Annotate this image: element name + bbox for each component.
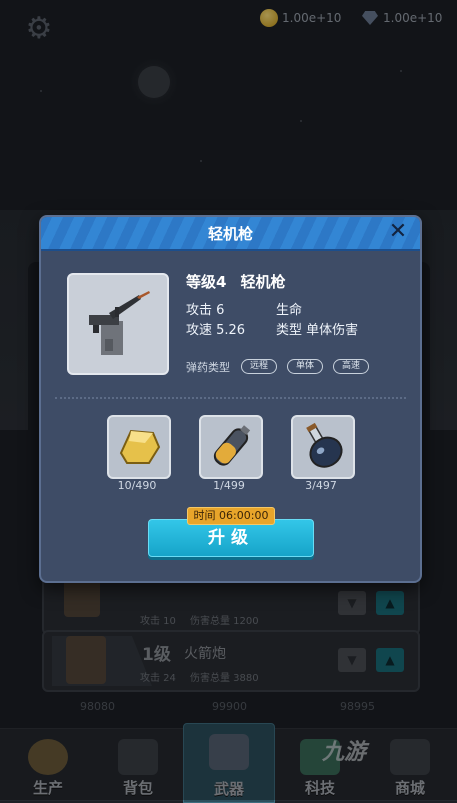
stat-attack: 攻击 6	[186, 303, 225, 318]
close-icon[interactable]: ✕	[386, 220, 410, 244]
stat-type: 类型 单体伤害	[276, 323, 359, 338]
gas-canister-icon	[213, 425, 251, 466]
upgrade-timer-badge: 时间 06:00:00	[187, 507, 275, 525]
stat-life: 生命	[276, 303, 303, 318]
material-count: 1/499	[213, 479, 245, 492]
weapon-upgrade-dialog: 轻机枪 ✕ 等级4 轻机枪 攻击 6 生命 攻速 5.26 类型 单体伤害 弹药类…	[39, 215, 422, 583]
weapon-heading: 等级4 轻机枪	[186, 271, 285, 292]
material-slot[interactable]	[291, 415, 355, 479]
weapon-level: 等级4	[186, 273, 227, 291]
ammo-tag: 单体	[287, 359, 324, 374]
gold-ore-icon	[119, 429, 161, 464]
ammo-type-label: 弹药类型	[186, 361, 230, 374]
weapon-portrait	[67, 273, 169, 375]
material-count: 10/490	[117, 479, 157, 492]
section-divider	[55, 397, 406, 399]
dialog-title: 轻机枪	[207, 225, 253, 243]
potion-flask-icon	[306, 422, 343, 468]
material-slot[interactable]	[199, 415, 263, 479]
machine-gun-icon	[89, 291, 150, 355]
ammo-tag: 远程	[241, 359, 278, 374]
stat-attack-speed: 攻速 5.26	[186, 323, 246, 338]
ammo-tag: 高速	[333, 359, 370, 374]
weapon-name: 轻机枪	[240, 273, 286, 291]
material-slot[interactable]	[107, 415, 171, 479]
material-count: 3/497	[305, 479, 337, 492]
dialog-header: 轻机枪 ✕	[41, 217, 420, 251]
